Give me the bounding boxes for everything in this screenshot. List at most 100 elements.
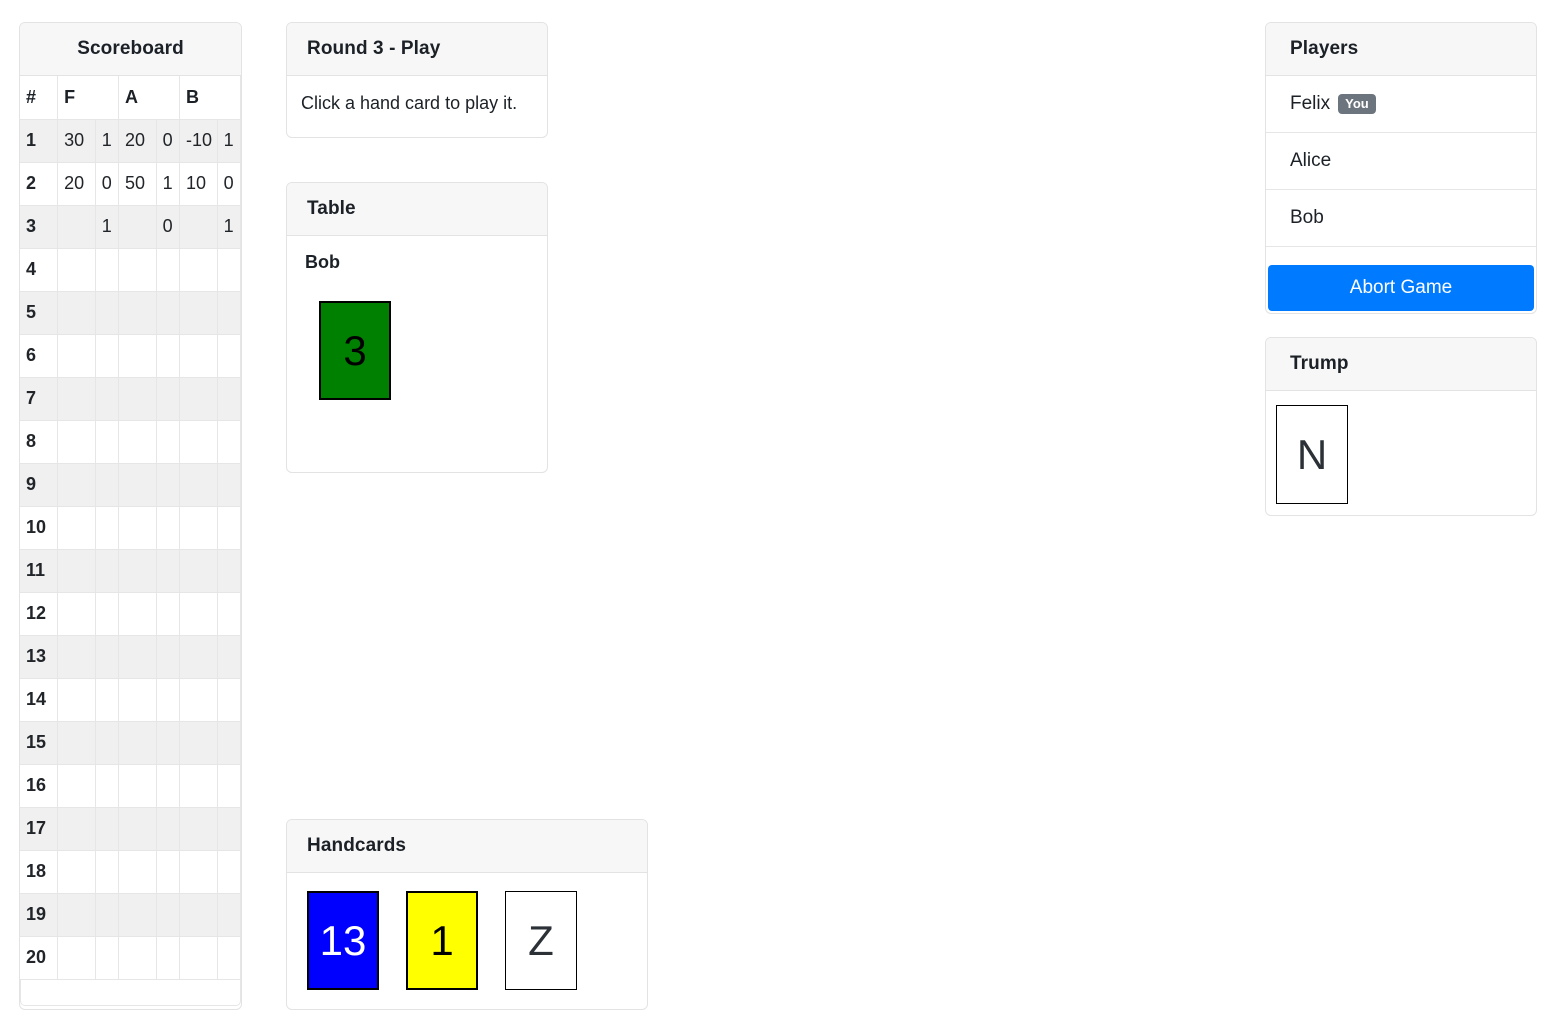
score-cell xyxy=(156,462,181,507)
score-cell xyxy=(156,333,181,378)
score-cell xyxy=(179,677,218,722)
trump-panel: Trump N xyxy=(1265,337,1537,516)
score-cell xyxy=(217,849,242,894)
round-index-cell: 14 xyxy=(20,677,59,722)
score-cell xyxy=(179,290,218,335)
score-cell xyxy=(217,677,242,722)
score-cell xyxy=(217,462,242,507)
score-cell xyxy=(179,849,218,894)
score-cell xyxy=(179,935,218,980)
round-index-cell: 2 xyxy=(20,161,59,206)
table-row: 15 xyxy=(20,720,242,765)
table-row: 4 xyxy=(20,247,242,292)
table-row: 13 xyxy=(20,634,242,679)
score-cell xyxy=(95,290,120,335)
hand-card[interactable]: 13 xyxy=(307,891,379,990)
table-row: 19 xyxy=(20,892,242,937)
score-cell xyxy=(118,247,157,292)
table-row: 14 xyxy=(20,677,242,722)
score-cell: 0 xyxy=(217,161,242,206)
score-cell xyxy=(57,204,96,249)
score-cell xyxy=(95,419,120,464)
hand-card[interactable]: 1 xyxy=(406,891,478,990)
score-cell xyxy=(156,720,181,765)
trump-card: N xyxy=(1276,405,1348,504)
player-name: Alice xyxy=(1290,150,1332,171)
score-cell xyxy=(179,419,218,464)
score-cell xyxy=(57,677,96,722)
score-cell xyxy=(217,763,242,808)
col-header-index: # xyxy=(20,76,59,120)
score-cell xyxy=(118,892,157,937)
score-cell xyxy=(217,806,242,851)
score-cell xyxy=(118,677,157,722)
score-cell xyxy=(118,419,157,464)
score-cell xyxy=(217,634,242,679)
handcards-row: 13 1 Z xyxy=(307,891,627,990)
score-cell: 1 xyxy=(156,161,181,206)
score-cell xyxy=(179,505,218,550)
score-cell xyxy=(57,935,96,980)
score-cell xyxy=(118,505,157,550)
round-index-cell: 9 xyxy=(20,462,59,507)
score-cell xyxy=(57,376,96,421)
score-cell xyxy=(95,892,120,937)
score-cell xyxy=(156,892,181,937)
table-row: 18 xyxy=(20,849,242,894)
score-cell: 20 xyxy=(118,118,157,163)
score-cell: 1 xyxy=(217,204,242,249)
score-cell xyxy=(95,634,120,679)
score-cell xyxy=(217,376,242,421)
round-index-cell: 1 xyxy=(20,118,59,163)
score-cell xyxy=(95,591,120,636)
score-cell xyxy=(156,849,181,894)
players-panel: Players Felix You Alice Bob Abort Game xyxy=(1265,22,1537,314)
score-cell xyxy=(95,462,120,507)
round-index-cell: 12 xyxy=(20,591,59,636)
score-cell xyxy=(217,591,242,636)
round-index-cell: 20 xyxy=(20,935,59,980)
score-cell xyxy=(95,849,120,894)
score-cell xyxy=(217,720,242,765)
score-cell xyxy=(95,720,120,765)
score-cell xyxy=(217,247,242,292)
score-cell xyxy=(118,763,157,808)
players-list: Felix You Alice Bob xyxy=(1266,76,1536,247)
score-cell xyxy=(118,376,157,421)
score-cell xyxy=(179,634,218,679)
round-index-cell: 13 xyxy=(20,634,59,679)
handcards-title: Handcards xyxy=(287,820,647,873)
round-index-cell: 5 xyxy=(20,290,59,335)
trump-body: N xyxy=(1266,391,1536,504)
score-cell xyxy=(179,333,218,378)
score-cell xyxy=(156,634,181,679)
score-cell xyxy=(95,935,120,980)
score-cell xyxy=(118,591,157,636)
player-row: Felix You xyxy=(1266,76,1536,133)
table-row: 16 xyxy=(20,763,242,808)
table-title: Table xyxy=(287,183,547,236)
abort-game-button[interactable]: Abort Game xyxy=(1268,265,1534,311)
table-row: 20 xyxy=(20,935,242,980)
score-cell xyxy=(217,333,242,378)
table-row: 8 xyxy=(20,419,242,464)
round-instruction: Click a hand card to play it. xyxy=(301,93,518,113)
score-cell xyxy=(95,376,120,421)
round-index-cell: 17 xyxy=(20,806,59,851)
score-cell xyxy=(179,763,218,808)
you-badge: You xyxy=(1338,94,1376,114)
round-index-cell: 10 xyxy=(20,505,59,550)
scoreboard-header-row: # F A B xyxy=(20,76,241,120)
score-cell xyxy=(57,720,96,765)
score-cell xyxy=(156,763,181,808)
score-cell xyxy=(95,333,120,378)
score-cell xyxy=(156,548,181,593)
table-row: 11 xyxy=(20,548,242,593)
table-row: 12 xyxy=(20,591,242,636)
score-cell xyxy=(179,720,218,765)
hand-card[interactable]: Z xyxy=(505,891,577,990)
score-cell xyxy=(156,290,181,335)
player-row: Alice xyxy=(1266,133,1536,190)
score-cell xyxy=(179,591,218,636)
score-cell xyxy=(57,634,96,679)
